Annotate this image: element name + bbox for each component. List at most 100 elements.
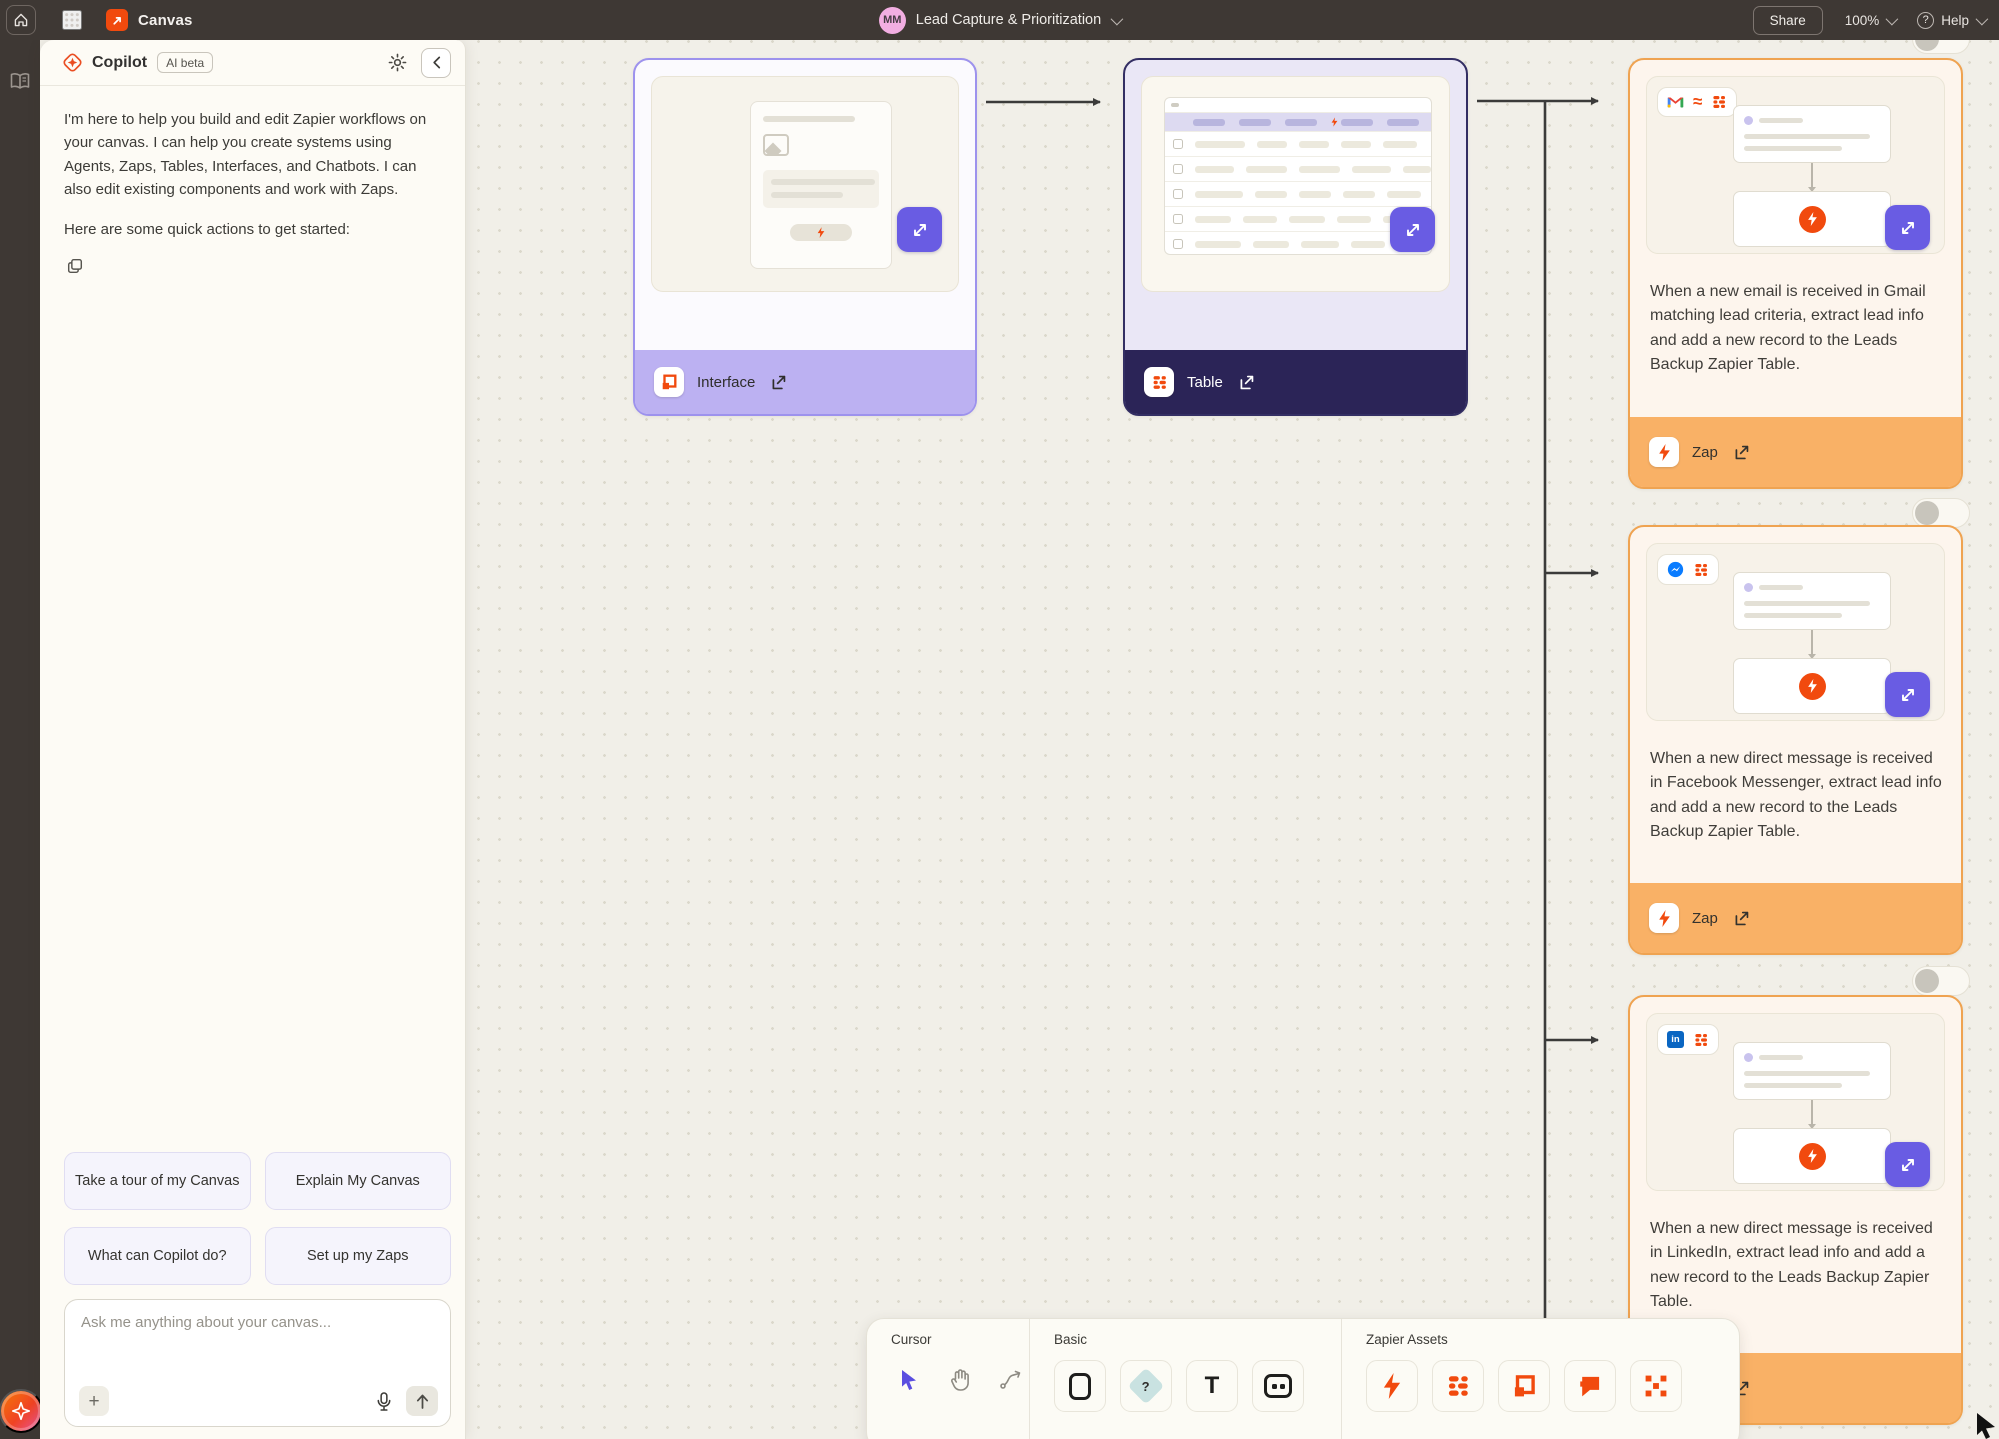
expand-icon: [1898, 685, 1918, 705]
expand-button[interactable]: [1885, 205, 1930, 250]
zap-description: When a new direct message is received in…: [1650, 1217, 1943, 1314]
select-cursor-tool[interactable]: [891, 1360, 928, 1400]
connector-tool[interactable]: [992, 1360, 1029, 1400]
text-tool-icon: T: [1205, 1372, 1220, 1400]
form-skeleton: [750, 101, 892, 269]
knob-ball: [1915, 501, 1939, 525]
home-button[interactable]: [6, 5, 36, 35]
copilot-logo-icon: [62, 52, 83, 73]
table-asset-tool[interactable]: [1432, 1360, 1484, 1412]
node-type-label: Zap: [1692, 444, 1718, 461]
share-button[interactable]: Share: [1753, 6, 1823, 35]
interface-asset-tool[interactable]: [1498, 1360, 1550, 1412]
left-rail: [0, 40, 40, 1439]
app-icons-chip: [1657, 554, 1719, 585]
gmail-icon: [1667, 96, 1684, 109]
zap-description: When a new email is received in Gmail ma…: [1650, 280, 1943, 377]
node-leads-backup[interactable]: Leads Backup Table: [1123, 58, 1468, 416]
action-step-skeleton: [1733, 191, 1891, 247]
quick-action-tour[interactable]: Take a tour of my Canvas: [64, 1152, 251, 1210]
connector-curve-icon: [999, 1369, 1023, 1391]
zap-toggle-knob[interactable]: [1912, 498, 1970, 528]
quick-action-what-can-copilot-do[interactable]: What can Copilot do?: [64, 1227, 251, 1285]
hand-pan-tool[interactable]: [942, 1360, 979, 1400]
table-preview: [1141, 76, 1450, 292]
zapier-tables-icon: [1693, 562, 1709, 578]
quick-action-explain[interactable]: Explain My Canvas: [265, 1152, 452, 1210]
zap-card-gmail[interactable]: ≈: [1628, 58, 1963, 489]
quick-actions: Take a tour of my Canvas Explain My Canv…: [64, 1152, 451, 1285]
home-icon: [13, 12, 29, 28]
zapier-chatbots-icon: [1577, 1373, 1603, 1399]
toolbar-section-cursor: Cursor: [867, 1319, 1029, 1439]
zap-bolt-icon: [1799, 673, 1826, 700]
expand-button[interactable]: [1390, 207, 1435, 252]
chevron-down-icon[interactable]: [1111, 12, 1124, 25]
expand-icon: [1898, 1155, 1918, 1175]
zap-asset-tool[interactable]: [1366, 1360, 1418, 1412]
external-link-icon[interactable]: [1236, 372, 1257, 393]
zap-bolt-icon: [1799, 1143, 1826, 1170]
agent-asset-tool[interactable]: [1630, 1360, 1682, 1412]
help-icon: ?: [1917, 12, 1934, 29]
attach-plus-button[interactable]: +: [79, 1386, 109, 1416]
node-type-label: Interface: [697, 374, 755, 391]
zap-card-messenger[interactable]: When a new direct message is received in…: [1628, 525, 1963, 955]
settings-gear-icon[interactable]: [384, 49, 411, 76]
shape-tool[interactable]: [1054, 1360, 1106, 1412]
send-button[interactable]: [406, 1386, 438, 1416]
external-link-icon[interactable]: [768, 372, 789, 393]
copilot-intro-text: I'm here to help you build and edit Zapi…: [64, 108, 441, 202]
copilot-title: Copilot: [92, 54, 147, 72]
image-placeholder-icon: [763, 134, 789, 156]
external-link-icon[interactable]: [1731, 442, 1752, 463]
linkedin-icon: in: [1667, 1031, 1684, 1048]
apps-grid-icon[interactable]: [62, 10, 82, 30]
node-type-label: Zap: [1692, 910, 1718, 927]
expand-button[interactable]: [1885, 1142, 1930, 1187]
library-book-icon[interactable]: [10, 72, 30, 95]
collapse-panel-button[interactable]: [421, 48, 451, 78]
section-label: Zapier Assets: [1366, 1332, 1739, 1347]
copilot-body: I'm here to help you build and edit Zapi…: [40, 86, 465, 277]
text-tool[interactable]: T: [1186, 1360, 1238, 1412]
section-label: Basic: [1054, 1332, 1341, 1347]
copilot-fab-button[interactable]: [0, 1389, 43, 1433]
quick-action-setup-zaps[interactable]: Set up my Zaps: [265, 1227, 452, 1285]
zap-toggle-knob[interactable]: [1912, 966, 1970, 996]
messenger-icon: [1667, 561, 1684, 578]
frame-tool[interactable]: [1252, 1360, 1304, 1412]
help-label: Help: [1941, 13, 1969, 28]
help-menu[interactable]: ? Help: [1917, 12, 1985, 29]
avatar[interactable]: MM: [879, 7, 906, 34]
copilot-input[interactable]: [81, 1314, 436, 1376]
microphone-icon[interactable]: [372, 1388, 396, 1415]
bolt-icon: [817, 227, 825, 238]
expand-button[interactable]: [1885, 672, 1930, 717]
bottom-toolbar: Cursor Basic: [866, 1318, 1740, 1439]
zapier-tables-icon: [1693, 1032, 1709, 1048]
project-title[interactable]: Lead Capture & Prioritization: [916, 12, 1101, 28]
trigger-step-skeleton: [1733, 105, 1891, 163]
question-diamond-icon: ?: [1128, 1368, 1165, 1405]
zoom-control[interactable]: 100%: [1845, 13, 1896, 28]
external-link-icon[interactable]: [1731, 908, 1752, 929]
copilot-input-box: +: [64, 1299, 451, 1427]
email-parser-icon: ≈: [1693, 96, 1702, 108]
interface-footer: Interface: [635, 350, 975, 414]
zap-icon: [1649, 437, 1679, 467]
zap-footer: Zap: [1630, 883, 1961, 953]
trigger-step-skeleton: [1733, 1042, 1891, 1100]
zapier-tables-icon: [1711, 94, 1727, 110]
chatbot-asset-tool[interactable]: [1564, 1360, 1616, 1412]
copy-icon[interactable]: [64, 255, 86, 277]
hand-icon: [949, 1368, 971, 1392]
expand-icon: [910, 220, 930, 240]
zapier-interfaces-icon: [1511, 1373, 1537, 1399]
help-diamond-tool[interactable]: ?: [1120, 1360, 1172, 1412]
zapier-tables-icon: [1445, 1373, 1471, 1399]
expand-button[interactable]: [897, 207, 942, 252]
node-website-lead-form[interactable]: Website Lead Form Interface: [633, 58, 977, 416]
table-footer: Table: [1125, 350, 1466, 414]
top-bar: Canvas MM Lead Capture & Prioritization …: [0, 0, 1999, 40]
